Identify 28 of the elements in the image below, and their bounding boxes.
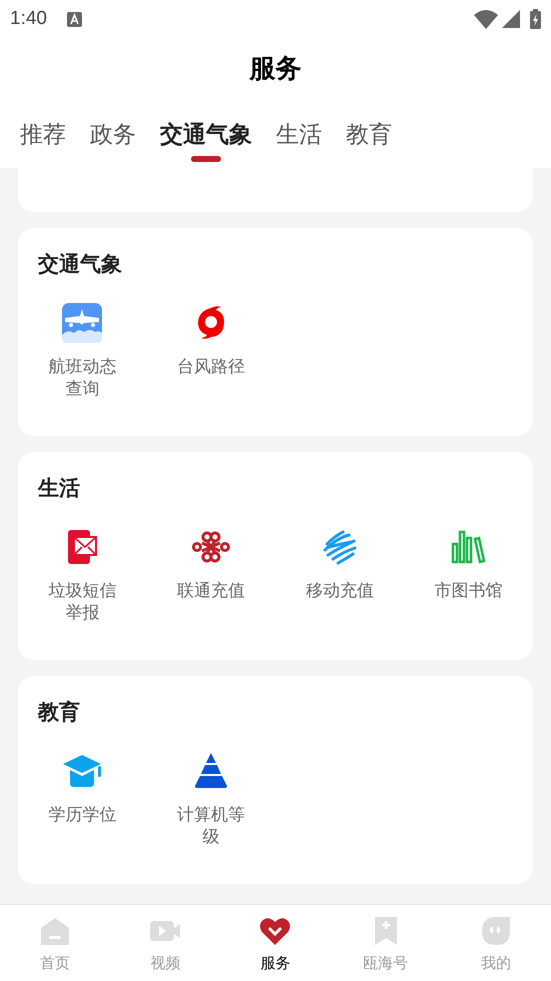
home-icon (39, 915, 72, 947)
section-title: 教育 (36, 699, 81, 726)
service-item[interactable]: 计算机等级 (146, 750, 276, 848)
service-item[interactable]: 市图书馆 (404, 526, 533, 624)
heart-icon (259, 915, 292, 947)
section-title: 生活 (36, 476, 81, 502)
status-time: 1:40 (10, 6, 47, 31)
signal-icon (502, 10, 520, 28)
service-item[interactable]: 移动充值 (276, 526, 404, 624)
category-tab[interactable]: 推荐 (20, 114, 66, 154)
service-item[interactable]: 联通充值 (146, 526, 276, 624)
section-title: 交通气象 (37, 252, 123, 278)
battery-icon (530, 9, 541, 29)
airplane-icon (61, 302, 104, 344)
service-item[interactable]: 航班动态查询 (18, 302, 147, 400)
nav-tab[interactable]: 服务 (220, 915, 331, 981)
category-tab[interactable]: 教育 (346, 114, 392, 154)
service-item[interactable]: 台风路径 (146, 302, 276, 400)
smiley-face-icon (480, 915, 512, 947)
category-tab[interactable]: 交通气象 (160, 114, 252, 154)
keyboard-notification-icon (66, 12, 82, 26)
category-tab[interactable]: 政务 (90, 114, 136, 154)
service-item[interactable]: 垃圾短信举报 (18, 526, 147, 624)
service-item[interactable]: 学历学位 (18, 750, 147, 848)
tab-indicator (191, 156, 221, 162)
wifi-icon (474, 9, 498, 29)
page-title: 服务 (250, 52, 302, 86)
category-tab[interactable]: 生活 (276, 114, 322, 154)
